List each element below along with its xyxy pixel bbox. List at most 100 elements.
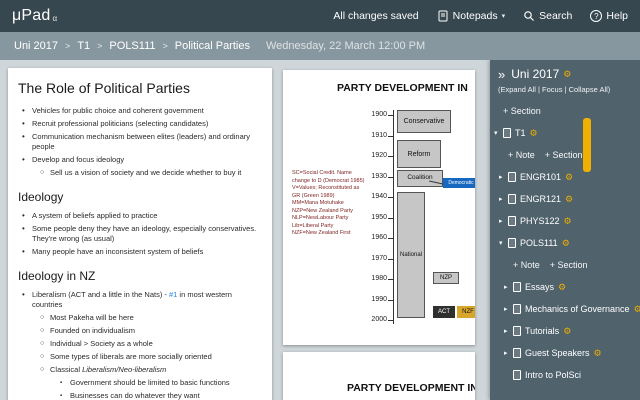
gear-icon[interactable]: ⚙	[564, 216, 572, 227]
bullet-marker: •	[22, 224, 25, 233]
legend-line: NLP=NewLabour Party	[292, 215, 349, 221]
breadcrumb-item[interactable]: Uni 2017	[14, 40, 58, 52]
explorer-item-guest-speakers[interactable]: ▸ Guest Speakers ⚙	[490, 342, 640, 364]
legend-line: NZP=New Zealand Party	[292, 207, 353, 214]
section-icon	[508, 194, 516, 204]
explorer-item-phys122[interactable]: ▸ PHYS122 ⚙	[490, 210, 640, 232]
note-bullet-text: Liberalism (ACT and a little in the Nats…	[32, 290, 232, 309]
chevron-right-icon[interactable]: ▸	[499, 195, 508, 203]
add-note-button[interactable]: + Note	[508, 150, 535, 160]
note-page-chart-2[interactable]: PARTY DEVELOPMENT IN	[283, 352, 475, 400]
party-box-nzf: NZF	[457, 306, 475, 318]
breadcrumb-item[interactable]: POLS111	[109, 40, 155, 52]
gear-icon[interactable]: ⚙	[530, 128, 538, 139]
chevron-right-icon[interactable]: ▸	[499, 217, 508, 225]
explorer-item-label[interactable]: ENGR101	[520, 172, 561, 182]
section-icon	[508, 238, 516, 248]
help-label: Help	[606, 10, 628, 22]
note-bullet-text: Some people deny they have an ideology, …	[32, 224, 257, 243]
note-bullet-item: ○ Founded on individualism	[40, 326, 262, 336]
explorer-add-row[interactable]: + Section	[490, 100, 640, 122]
explorer-item-tutorials[interactable]: ▸ Tutorials ⚙	[490, 320, 640, 342]
explorer-controls[interactable]: (Expand All | Focus | Collapse All)	[490, 84, 640, 100]
chevron-right-icon[interactable]: ▸	[504, 327, 513, 335]
gear-icon[interactable]: ⚙	[562, 238, 570, 249]
gear-icon[interactable]: ⚙	[634, 304, 640, 315]
explorer-item-engr101[interactable]: ▸ ENGR101 ⚙	[490, 166, 640, 188]
gear-icon[interactable]: ⚙	[563, 69, 571, 80]
breadcrumb-item[interactable]: T1	[77, 40, 90, 52]
explorer-item-label[interactable]: Guest Speakers	[525, 348, 590, 358]
help-button[interactable]: ? Help	[590, 10, 628, 22]
explorer-item-label[interactable]: Essays	[525, 282, 554, 292]
chevron-right-icon[interactable]: ▸	[504, 349, 513, 357]
notepads-label: Notepads	[452, 10, 498, 22]
explorer-item-label[interactable]: Mechanics of Governance	[525, 304, 630, 314]
gear-icon[interactable]: ⚙	[594, 348, 602, 359]
search-button[interactable]: Search	[523, 10, 572, 22]
bullet-marker: •	[22, 290, 25, 299]
party-box-nzp: NZP	[433, 272, 459, 284]
note-heading: Ideology	[18, 190, 64, 204]
explorer-add-row[interactable]: + Note + Section	[490, 254, 640, 276]
notepad-title[interactable]: Uni 2017	[511, 67, 559, 81]
add-section-button[interactable]: + Section	[503, 106, 541, 116]
note-canvas: The Role of Political Parties • Vehicles f…	[0, 60, 640, 400]
section-icon	[513, 282, 521, 292]
explorer-item-label[interactable]: POLS111	[520, 238, 558, 248]
sidebar-scrollbar-thumb[interactable]	[583, 118, 591, 172]
note-heading: The Role of Political Parties	[18, 80, 190, 96]
section-icon	[513, 326, 521, 336]
add-note-button[interactable]: + Note	[513, 260, 540, 270]
app-logo[interactable]: μPad α	[12, 7, 57, 25]
chevron-right-icon[interactable]: ▸	[499, 173, 508, 181]
explorer-item-engr121[interactable]: ▸ ENGR121 ⚙	[490, 188, 640, 210]
chevron-down-icon[interactable]: ▾	[499, 239, 508, 247]
explorer-add-row[interactable]: + Note + Section	[490, 144, 640, 166]
explorer-item-pols111[interactable]: ▾ POLS111 ⚙	[490, 232, 640, 254]
chevron-down-icon[interactable]: ▾	[494, 129, 503, 137]
breadcrumb-separator: >	[162, 41, 168, 51]
note-bullet-item: • Develop and focus ideology	[22, 155, 262, 165]
legend-line: change to D (Democrat 1985)	[292, 177, 365, 184]
add-section-button[interactable]: + Section	[550, 260, 588, 270]
explorer-item-label[interactable]: PHYS122	[520, 216, 560, 226]
note-bullet-text: Recruit professional politicians (select…	[32, 119, 209, 128]
explorer-item-label[interactable]: Intro to PolSci	[525, 370, 581, 380]
add-section-button[interactable]: + Section	[545, 150, 583, 160]
note-bullet-item: ○ Individual > Society as a whole	[40, 339, 262, 349]
note-page-text[interactable]: The Role of Political Parties • Vehicles f…	[8, 68, 272, 400]
legend-line: Lib=Liberal Party	[292, 222, 334, 229]
legend-line: GR (Green 1989)	[292, 192, 335, 199]
note-bullet-text: Individual > Society as a whole	[50, 339, 153, 348]
explorer-item-label[interactable]: Tutorials	[525, 326, 559, 336]
notepads-menu[interactable]: Notepads ▾	[437, 10, 505, 22]
gear-icon[interactable]: ⚙	[563, 326, 571, 337]
explorer-item-intro-to-polsci[interactable]: Intro to PolSci	[490, 364, 640, 386]
note-bullet-item: • Some people deny they have an ideology,…	[22, 224, 262, 244]
chevron-down-icon: ▾	[501, 13, 506, 20]
explorer-item-label[interactable]: T1	[515, 128, 526, 138]
explorer-item-label[interactable]: ENGR121	[520, 194, 561, 204]
note-bullet-item: • Recruit professional politicians (selec…	[22, 119, 262, 129]
bullet-marker: •	[22, 155, 25, 164]
breadcrumb-item[interactable]: Political Parties	[175, 40, 250, 52]
explorer-item-mechanics-of-governance[interactable]: ▸ Mechanics of Governance ⚙	[490, 298, 640, 320]
note-bullet-item: • A system of beliefs applied to practice	[22, 211, 262, 221]
gear-icon[interactable]: ⚙	[558, 282, 566, 293]
gear-icon[interactable]: ⚙	[565, 194, 573, 205]
bullet-marker: ○	[40, 353, 45, 360]
explorer-item-t1[interactable]: ▾ T1 ⚙	[490, 122, 640, 144]
chevron-right-icon[interactable]: ▸	[504, 283, 513, 291]
legend-line: NZF=New Zealand First	[292, 230, 351, 236]
note-bullet-item: ▪ Businesses can do whatever they want	[60, 391, 262, 400]
note-bullet-text: A system of beliefs applied to practice	[32, 211, 158, 220]
gear-icon[interactable]: ⚙	[565, 172, 573, 183]
note-page-chart[interactable]: PARTY DEVELOPMENT IN 1900 1910 1920 1930 194…	[283, 70, 475, 345]
section-icon	[508, 172, 516, 182]
explorer-item-essays[interactable]: ▸ Essays ⚙	[490, 276, 640, 298]
note-heading: Ideology in NZ	[18, 269, 96, 283]
bullet-marker: •	[22, 106, 25, 115]
chevron-right-icon[interactable]: ▸	[504, 305, 513, 313]
collapse-drawer-icon[interactable]: »	[498, 68, 505, 81]
